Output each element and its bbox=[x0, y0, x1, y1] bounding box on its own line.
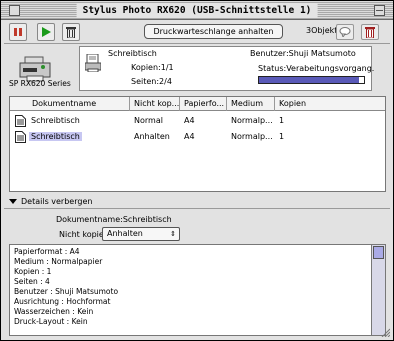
column-header-medium[interactable]: Medium bbox=[227, 97, 275, 111]
speech-bubble-icon bbox=[339, 27, 351, 37]
document-icon bbox=[15, 131, 26, 143]
row-nocopy: Normal bbox=[134, 116, 163, 125]
row-docname: Schreibtisch bbox=[29, 132, 82, 141]
title-bar[interactable]: Stylus Photo RX620 (USB-Schnittstelle 1) bbox=[1, 1, 393, 20]
scroll-thumb[interactable] bbox=[373, 246, 384, 259]
message-button[interactable] bbox=[336, 24, 354, 40]
detail-line: Medium : Normalpapier bbox=[14, 257, 103, 266]
document-printing-icon bbox=[85, 54, 101, 72]
row-docname: Schreibtisch bbox=[31, 116, 80, 125]
delete-button[interactable] bbox=[62, 23, 80, 41]
print-queue-window: Stylus Photo RX620 (USB-Schnittstelle 1)… bbox=[0, 0, 394, 341]
current-job-status: Status:Verabeitungsvorgang. bbox=[258, 64, 375, 73]
current-job-pages: Seiten:2/4 bbox=[131, 77, 172, 86]
column-header-docname[interactable]: Dokumentname bbox=[10, 97, 130, 111]
details-divider bbox=[4, 208, 390, 209]
detail-line: Benutzer : Shuji Matsumoto bbox=[14, 287, 119, 296]
row-nocopy: Anhalten bbox=[134, 132, 170, 141]
resume-button[interactable] bbox=[37, 23, 55, 41]
row-medium: Normalp... bbox=[231, 116, 273, 125]
row-docname-cell: Schreibtisch bbox=[29, 132, 82, 141]
detail-line: Seiten : 4 bbox=[14, 277, 50, 286]
collapse-box[interactable] bbox=[374, 5, 385, 16]
current-job-copies: Kopien:1/1 bbox=[131, 63, 174, 72]
nocopy-select-value: Anhalten bbox=[107, 229, 143, 238]
document-icon bbox=[15, 115, 26, 127]
row-copies: 1 bbox=[279, 116, 285, 125]
vertical-scrollbar[interactable] bbox=[371, 245, 385, 335]
pause-icon bbox=[14, 28, 22, 36]
current-job-user: Benutzer:Shuji Matsumoto bbox=[250, 49, 356, 58]
nocopy-select[interactable]: Anhalten ⇕ bbox=[102, 227, 180, 241]
resize-grip-icon[interactable] bbox=[380, 327, 390, 337]
disclosure-triangle-icon bbox=[9, 199, 17, 204]
row-paper: A4 bbox=[184, 132, 195, 141]
current-job-name: Schreibtisch bbox=[108, 49, 157, 58]
table-row[interactable]: Schreibtisch Normal A4 Normalp... 1 bbox=[10, 113, 385, 129]
printer-model-label: SP RX620 Series bbox=[9, 79, 71, 88]
table-row-selected[interactable]: Schreibtisch Anhalten A4 Normalp... 1 bbox=[10, 129, 385, 145]
job-list[interactable]: Dokumentname Nicht kop... Papierfo... Me… bbox=[9, 96, 386, 192]
updown-arrows-icon: ⇕ bbox=[170, 230, 176, 238]
row-medium: Normalp... bbox=[231, 132, 273, 141]
row-copies: 1 bbox=[279, 132, 285, 141]
close-box[interactable] bbox=[9, 5, 20, 16]
play-icon bbox=[42, 27, 51, 37]
detail-line: Papierformat : A4 bbox=[14, 247, 80, 256]
current-job-panel: Schreibtisch Kopien:1/1 Seiten:2/4 Benut… bbox=[79, 46, 375, 91]
trash-clear-button[interactable] bbox=[361, 24, 379, 40]
trash-icon bbox=[66, 27, 76, 38]
detail-line: Wasserzeichen : Kein bbox=[14, 307, 94, 316]
trash-striped-icon bbox=[365, 27, 375, 38]
details-docname: Dokumentname:Schreibtisch bbox=[56, 215, 172, 224]
stop-queue-button[interactable]: Druckwarteschlange anhalten bbox=[144, 24, 283, 39]
details-toggle-label: Details verbergen bbox=[21, 197, 93, 206]
detail-line: Druck-Layout : Kein bbox=[14, 317, 88, 326]
toolbar-divider bbox=[4, 43, 390, 44]
details-toggle[interactable]: Details verbergen bbox=[9, 197, 92, 206]
progress-fill bbox=[259, 77, 359, 83]
row-paper: A4 bbox=[184, 116, 195, 125]
column-header-copies[interactable]: Kopien bbox=[275, 97, 387, 111]
progress-bar bbox=[258, 76, 365, 84]
pause-button[interactable] bbox=[9, 23, 27, 41]
details-text-box[interactable]: Papierformat : A4 Medium : Normalpapier … bbox=[9, 244, 386, 336]
detail-line: Ausrichtung : Hochformat bbox=[14, 297, 111, 306]
column-header-paper[interactable]: Papierfo... bbox=[180, 97, 227, 111]
column-header-nocopy[interactable]: Nicht kop... bbox=[130, 97, 180, 111]
detail-line: Kopien : 1 bbox=[14, 267, 52, 276]
job-list-header: Dokumentname Nicht kop... Papierfo... Me… bbox=[10, 97, 385, 111]
window-title: Stylus Photo RX620 (USB-Schnittstelle 1) bbox=[76, 3, 318, 18]
